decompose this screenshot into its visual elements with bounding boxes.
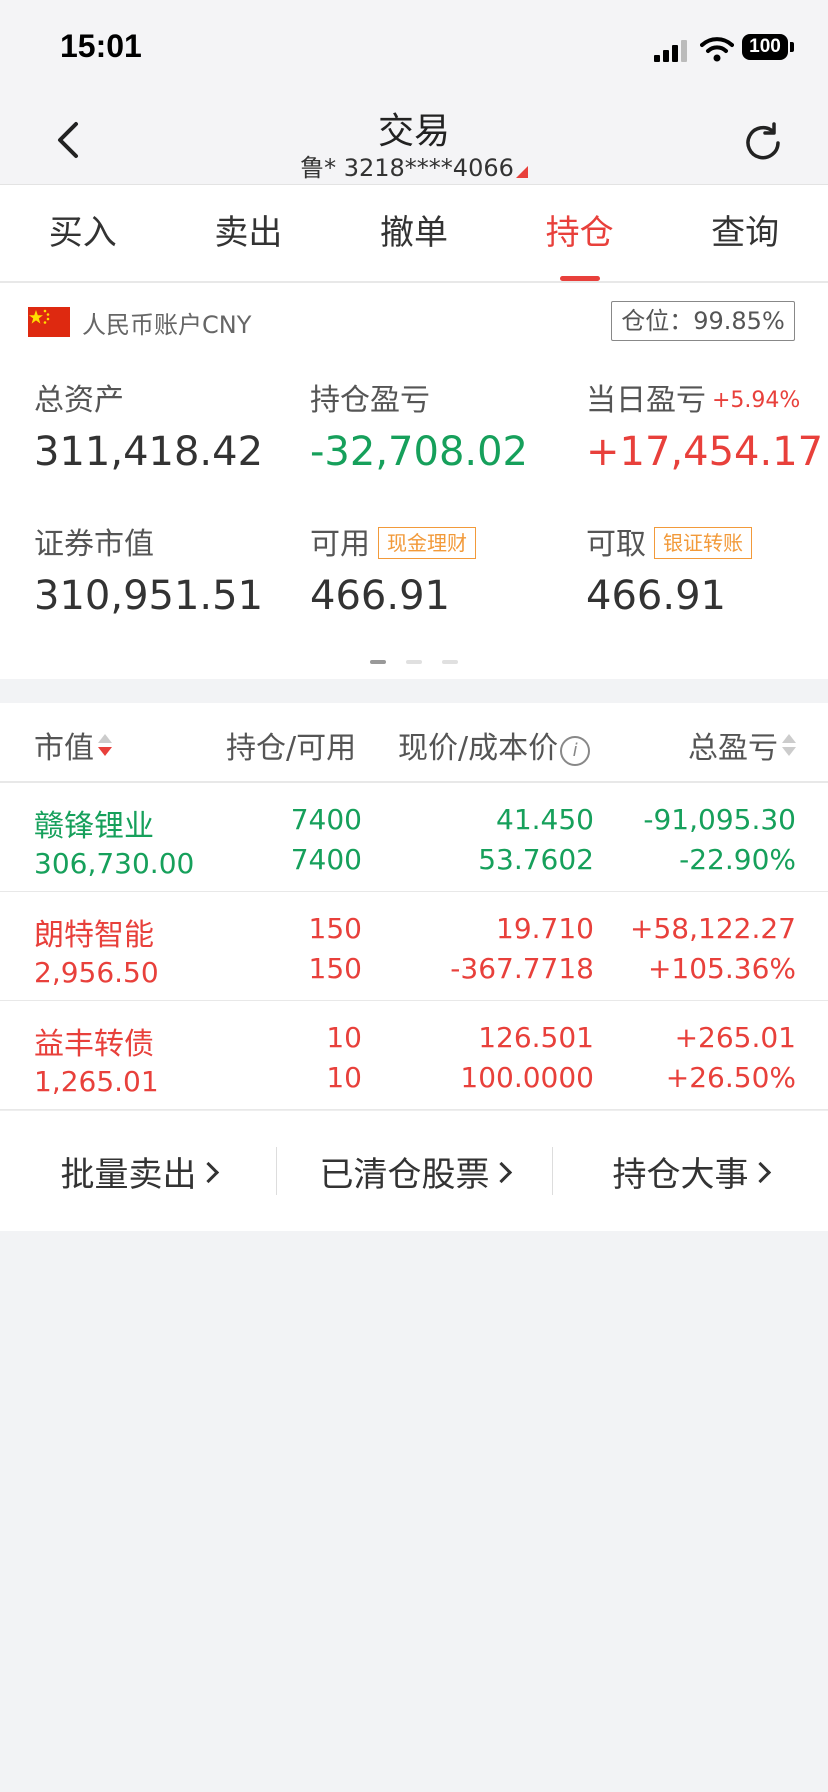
- refresh-icon[interactable]: [740, 120, 786, 166]
- page-indicator: [370, 660, 460, 664]
- status-time: 15:01: [60, 28, 142, 64]
- market-value: 2,956.50: [34, 956, 159, 989]
- position-qty: 10: [326, 1021, 362, 1054]
- cleared-stocks-button[interactable]: 已清仓股票: [276, 1146, 552, 1196]
- currency-account-label: 人民币账户CNY: [82, 311, 252, 339]
- account-summary-card: 人民币账户CNY 仓位：99.85% 总资产 311,418.42 持仓盈亏 -…: [0, 283, 828, 679]
- page-dot-1: [370, 660, 386, 664]
- cellular-signal-icon: [654, 40, 688, 62]
- market-value: 1,265.01: [34, 1065, 159, 1098]
- cost-price: -367.7718: [450, 952, 594, 985]
- daily-pl-value: +17,454.17: [586, 429, 824, 475]
- holdings-header: 市值 持仓/可用 现价/成本价 i 总盈亏: [0, 703, 828, 783]
- chevron-right-icon: [749, 1161, 771, 1183]
- daily-pl: 当日盈亏 +5.94% +17,454.17: [586, 375, 823, 475]
- available-value: 466.91: [310, 573, 450, 619]
- withdrawable-value: 466.91: [586, 573, 726, 619]
- available-qty: 7400: [290, 843, 362, 876]
- battery-tip: [790, 42, 794, 52]
- page-dot-3: [442, 660, 458, 664]
- tab-positions[interactable]: 持仓: [497, 185, 663, 281]
- stock-name: 益丰转债: [34, 1027, 154, 1062]
- holding-row[interactable]: 赣锋锂业 306,730.00 7400 7400 41.450 53.7602 -91,0…: [0, 783, 828, 892]
- wifi-icon: [700, 37, 734, 62]
- securities-value-value: 310,951.51: [34, 573, 264, 619]
- current-price: 126.501: [478, 1021, 594, 1054]
- daily-pl-label: 当日盈亏: [586, 383, 706, 418]
- securities-value: 证券市值 310,951.51: [34, 519, 263, 619]
- market-value-sort-header[interactable]: 市值: [34, 723, 112, 767]
- available-qty: 150: [308, 952, 362, 985]
- batch-sell-button[interactable]: 批量卖出: [0, 1147, 276, 1196]
- total-pl-pct: +105.36%: [647, 952, 796, 985]
- tab-sell[interactable]: 卖出: [166, 185, 332, 281]
- holdings-table: 市值 持仓/可用 现价/成本价 i 总盈亏 赣锋锂业 306,730.00 7400 7…: [0, 703, 828, 1110]
- account-number: 鲁* 3218****4066: [300, 154, 514, 182]
- withdrawable-funds: 可取 银证转账 466.91: [586, 519, 752, 619]
- total-assets: 总资产 311,418.42: [34, 375, 263, 475]
- tab-query[interactable]: 查询: [662, 185, 828, 281]
- caret-icon: [515, 166, 528, 178]
- cash-management-tag[interactable]: 现金理财: [378, 527, 476, 559]
- account-selector[interactable]: 鲁* 3218****4066: [0, 148, 828, 183]
- position-pl-value: -32,708.02: [310, 429, 529, 475]
- tab-buy[interactable]: 买入: [0, 185, 166, 281]
- trade-tabs: 买入 卖出 撤单 持仓 查询: [0, 185, 828, 283]
- chevron-right-icon: [197, 1161, 219, 1183]
- total-pl-sort-header[interactable]: 总盈亏: [688, 723, 796, 767]
- holdings-actions: 批量卖出 已清仓股票 持仓大事: [0, 1110, 828, 1231]
- stock-name: 赣锋锂业: [34, 809, 154, 844]
- total-pl-pct: -22.90%: [679, 843, 796, 876]
- daily-pl-pct: +5.94%: [712, 388, 801, 413]
- qty-header: 持仓/可用: [226, 731, 357, 766]
- price-header: 现价/成本价 i: [398, 723, 591, 767]
- total-pl: -91,095.30: [643, 803, 796, 836]
- market-value: 306,730.00: [34, 847, 195, 880]
- available-qty: 10: [326, 1061, 362, 1094]
- page-title: 交易: [377, 111, 450, 152]
- current-price: 19.710: [496, 912, 594, 945]
- cost-price: 100.0000: [460, 1061, 594, 1094]
- status-bar: 15:01 100: [0, 0, 828, 96]
- total-pl: +58,122.27: [630, 912, 796, 945]
- position-events-button[interactable]: 持仓大事: [552, 1146, 828, 1196]
- battery-icon: 100: [742, 34, 788, 60]
- holding-row[interactable]: 朗特智能 2,956.50 150 150 19.710 -367.7718 +58,122…: [0, 892, 828, 1001]
- position-pl: 持仓盈亏 -32,708.02: [310, 375, 528, 475]
- bank-transfer-tag[interactable]: 银证转账: [654, 527, 752, 559]
- nav-bar: 交易 鲁* 3218****4066: [0, 96, 828, 185]
- info-icon[interactable]: i: [560, 736, 591, 766]
- chevron-right-icon: [490, 1161, 512, 1183]
- china-flag-icon: [28, 307, 70, 337]
- securities-value-label: 证券市值: [34, 527, 154, 562]
- cost-price: 53.7602: [478, 843, 594, 876]
- position-qty: 7400: [290, 803, 362, 836]
- withdrawable-label: 可取: [586, 527, 646, 562]
- total-pl-pct: +26.50%: [665, 1061, 796, 1094]
- holding-row[interactable]: 益丰转债 1,265.01 10 10 126.501 100.0000 +265.01 +2…: [0, 1001, 828, 1110]
- total-assets-label: 总资产: [34, 383, 124, 418]
- position-ratio-badge: 仓位：99.85%: [611, 301, 795, 341]
- total-assets-value: 311,418.42: [34, 429, 264, 475]
- sort-icon: [782, 732, 796, 762]
- sort-icon: [98, 732, 112, 762]
- available-label: 可用: [310, 527, 370, 562]
- position-qty: 150: [308, 912, 362, 945]
- available-funds: 可用 现金理财 466.91: [310, 519, 476, 619]
- total-pl: +265.01: [674, 1021, 796, 1054]
- tab-cancel-order[interactable]: 撤单: [331, 185, 497, 281]
- page-dot-2: [406, 660, 422, 664]
- position-pl-label: 持仓盈亏: [310, 383, 430, 418]
- stock-name: 朗特智能: [34, 918, 154, 953]
- current-price: 41.450: [496, 803, 594, 836]
